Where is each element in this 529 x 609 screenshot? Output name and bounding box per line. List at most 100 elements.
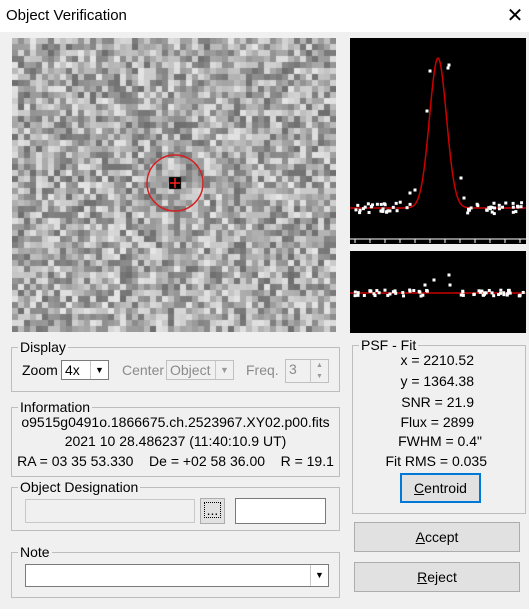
psf-point <box>371 203 375 207</box>
residual-point <box>461 289 465 293</box>
chevron-down-icon[interactable]: ▼ <box>90 361 108 379</box>
psf-point <box>511 201 515 205</box>
psf-fwhm-value: FWHM = 0.4" <box>398 433 482 449</box>
psf-rms-value: Fit RMS = 0.035 <box>385 453 487 469</box>
psf-point <box>366 202 370 206</box>
psf-point <box>490 205 494 209</box>
residual-point <box>408 289 412 293</box>
reject-hotkey: R <box>417 569 428 585</box>
residual-point <box>423 283 427 287</box>
residual-point <box>356 291 360 295</box>
object-image[interactable] <box>12 38 336 332</box>
residual-point <box>518 294 522 298</box>
psf-flux-value: Flux = 2899 <box>400 414 474 430</box>
psf-point <box>379 209 383 213</box>
residual-point <box>393 289 397 293</box>
residual-point <box>497 293 501 297</box>
center-value: Object <box>170 362 211 378</box>
residual-point <box>368 289 372 293</box>
residual-point <box>502 291 506 295</box>
residual-point <box>412 289 416 293</box>
psf-point <box>459 176 463 180</box>
psf-point <box>398 200 402 204</box>
psf-point <box>485 208 489 212</box>
residual-point <box>425 288 429 292</box>
designation-text-input[interactable] <box>235 498 326 524</box>
residual-point <box>484 291 488 295</box>
psf-point <box>520 201 524 205</box>
psf-point <box>367 211 371 215</box>
residual-point <box>375 289 379 293</box>
object-coordinates: RA = 03 35 53.330 De = +02 58 36.00 R = … <box>17 453 334 469</box>
reject-button[interactable]: Reject <box>354 562 520 592</box>
psf-point <box>497 203 501 207</box>
designation-field[interactable] <box>25 499 195 523</box>
freq-value: 3 <box>289 361 297 377</box>
note-legend: Note <box>20 544 50 560</box>
psf-point <box>425 109 429 113</box>
residual-point <box>482 293 486 297</box>
residual-point <box>521 290 525 294</box>
psf-point <box>408 191 412 195</box>
psf-x-value: x = 2210.52 <box>400 352 474 368</box>
spin-down-icon[interactable]: ▼ <box>310 371 328 382</box>
residual-point <box>383 288 387 292</box>
psf-point <box>467 208 471 212</box>
display-legend: Display <box>20 339 66 355</box>
residual-point <box>472 293 476 297</box>
psf-point <box>519 205 523 209</box>
accept-hotkey: A <box>415 529 425 545</box>
psf-point <box>504 201 508 205</box>
psf-point <box>487 206 491 210</box>
centroid-label: entroid <box>424 480 467 496</box>
note-select[interactable]: ▼ <box>25 564 329 587</box>
centroid-hotkey: C <box>414 480 425 496</box>
chevron-down-icon[interactable]: ▼ <box>310 565 328 586</box>
psf-point <box>492 201 496 205</box>
residual-point <box>432 278 436 282</box>
psf-point <box>428 69 432 73</box>
chevron-down-icon[interactable]: ▼ <box>215 361 233 379</box>
information-legend: Information <box>20 399 91 415</box>
residual-point <box>499 288 503 292</box>
psf-point <box>356 203 360 207</box>
window-title: Object Verification <box>6 7 127 24</box>
residual-point <box>490 291 494 295</box>
psf-point <box>490 210 494 214</box>
psf-point <box>446 66 450 70</box>
center-select[interactable]: Object ▼ <box>166 360 234 380</box>
residual-point <box>362 294 366 298</box>
freq-stepper[interactable]: 3 ▲ ▼ <box>285 359 329 383</box>
residual-point <box>401 291 405 295</box>
centroid-button[interactable]: Centroid <box>400 473 481 503</box>
psf-point <box>383 203 387 207</box>
center-label: Center <box>122 362 165 378</box>
designation-legend: Object Designation <box>20 479 139 495</box>
psf-point <box>394 201 398 205</box>
close-icon[interactable]: ✕ <box>503 4 527 28</box>
psf-point <box>395 209 399 213</box>
psf-point <box>462 196 466 200</box>
zoom-label: Zoom <box>22 362 58 378</box>
psf-point <box>361 207 365 211</box>
psf-point <box>476 204 480 208</box>
residual-point <box>477 289 481 293</box>
zoom-select[interactable]: 4x ▼ <box>61 360 109 380</box>
psf-point <box>466 211 470 215</box>
psf-fit-legend: PSF - Fit <box>361 337 417 353</box>
residual-point <box>492 294 496 298</box>
residual-point <box>419 294 423 298</box>
psf-y-value: y = 1364.38 <box>400 373 474 389</box>
residual-point <box>373 294 377 298</box>
accept-button[interactable]: Accept <box>354 522 520 552</box>
residual-point <box>507 288 511 292</box>
residual-point <box>505 293 509 297</box>
browse-button[interactable]: ... <box>200 498 225 524</box>
psf-point <box>511 205 515 209</box>
psf-point <box>385 210 389 214</box>
residual-point <box>353 294 357 298</box>
psf-point <box>375 202 379 206</box>
residual-point <box>508 291 512 295</box>
accept-label: ccept <box>424 529 459 545</box>
psf-point <box>516 205 520 209</box>
